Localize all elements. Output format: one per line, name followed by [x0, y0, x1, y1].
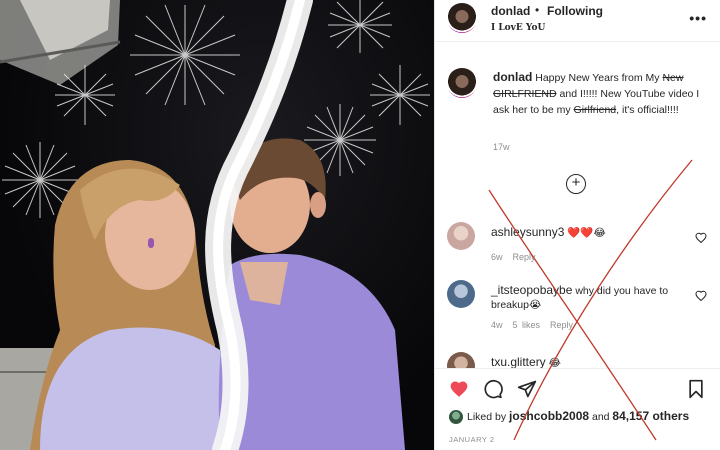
- likes-count-link[interactable]: 84,157 others: [612, 409, 689, 423]
- comment-item: _itsteopobaybe why did you have to break…: [447, 280, 709, 332]
- comment-item: ashleysunny3 ❤️❤️😂 6w Reply: [447, 222, 709, 274]
- comment-reply-button[interactable]: Reply: [513, 252, 536, 262]
- post-details-panel: donlad • Following I LovE YoU ••• donlad…: [434, 0, 720, 450]
- caption-author-avatar[interactable]: [447, 68, 477, 98]
- author-avatar[interactable]: [447, 3, 477, 33]
- caption-part-3: , it's official!!!!: [616, 104, 679, 116]
- bookmark-save-icon[interactable]: [687, 379, 705, 399]
- comment-likes[interactable]: 5 likes: [513, 320, 541, 330]
- liker-username[interactable]: joshcobb2008: [509, 409, 589, 423]
- commenter-avatar[interactable]: [447, 280, 475, 308]
- comment-like-heart-icon[interactable]: [695, 232, 707, 243]
- comment-text: txu.glittery 😂: [491, 355, 681, 368]
- commenter-username[interactable]: _itsteopobaybe: [491, 283, 572, 297]
- comment-reply-button[interactable]: Reply: [550, 320, 573, 330]
- comment-text: _itsteopobaybe why did you have to break…: [491, 283, 681, 312]
- comment-time[interactable]: 6w: [491, 252, 503, 262]
- post-photo[interactable]: [0, 0, 434, 450]
- comment-like-heart-icon[interactable]: [695, 290, 707, 301]
- share-send-icon[interactable]: [517, 379, 537, 399]
- caption-text: donlad Happy New Years from My New GIRLF…: [493, 69, 701, 118]
- load-more-comments-button[interactable]: +: [566, 174, 586, 194]
- more-dots-icon[interactable]: •••: [689, 10, 707, 26]
- comment-body: ❤️❤️😂: [564, 227, 606, 239]
- caption-part-1: Happy New Years from My: [532, 72, 663, 84]
- comment-item: txu.glittery 😂: [447, 352, 709, 368]
- separator-dot: •: [535, 3, 540, 17]
- comment-text: ashleysunny3 ❤️❤️😂: [491, 225, 681, 240]
- author-username[interactable]: donlad: [491, 4, 530, 18]
- post-actions: Liked by joshcobb2008 and 84,157 others …: [435, 368, 720, 450]
- comment-bubble-icon[interactable]: [483, 379, 503, 399]
- comment-meta: 6w Reply: [491, 252, 546, 262]
- commenter-username[interactable]: txu.glittery: [491, 355, 546, 368]
- likes-summary: Liked by joshcobb2008 and 84,157 others: [449, 409, 689, 425]
- post-location[interactable]: I LovE YoU: [491, 23, 545, 33]
- caption-struck-2: Girlfriend: [573, 104, 617, 116]
- post-date[interactable]: JANUARY 2: [449, 435, 495, 444]
- commenter-avatar[interactable]: [447, 352, 475, 368]
- photo-illustration: [0, 0, 430, 450]
- caption-username[interactable]: donlad: [493, 70, 532, 84]
- follow-status-button[interactable]: Following: [547, 4, 603, 18]
- post-header: donlad • Following I LovE YoU •••: [435, 0, 720, 42]
- commenter-username[interactable]: ashleysunny3: [491, 225, 564, 239]
- comment-meta: 4w 5 likes Reply: [491, 320, 583, 330]
- comment-time[interactable]: 4w: [491, 320, 503, 330]
- comment-body: 😂: [545, 357, 561, 368]
- likes-prefix: Liked by: [467, 411, 510, 423]
- likes-mid: and: [589, 411, 613, 423]
- caption-timestamp[interactable]: 17w: [493, 142, 510, 152]
- liker-avatar[interactable]: [449, 410, 463, 425]
- commenter-avatar[interactable]: [447, 222, 475, 250]
- like-heart-icon[interactable]: [449, 379, 469, 398]
